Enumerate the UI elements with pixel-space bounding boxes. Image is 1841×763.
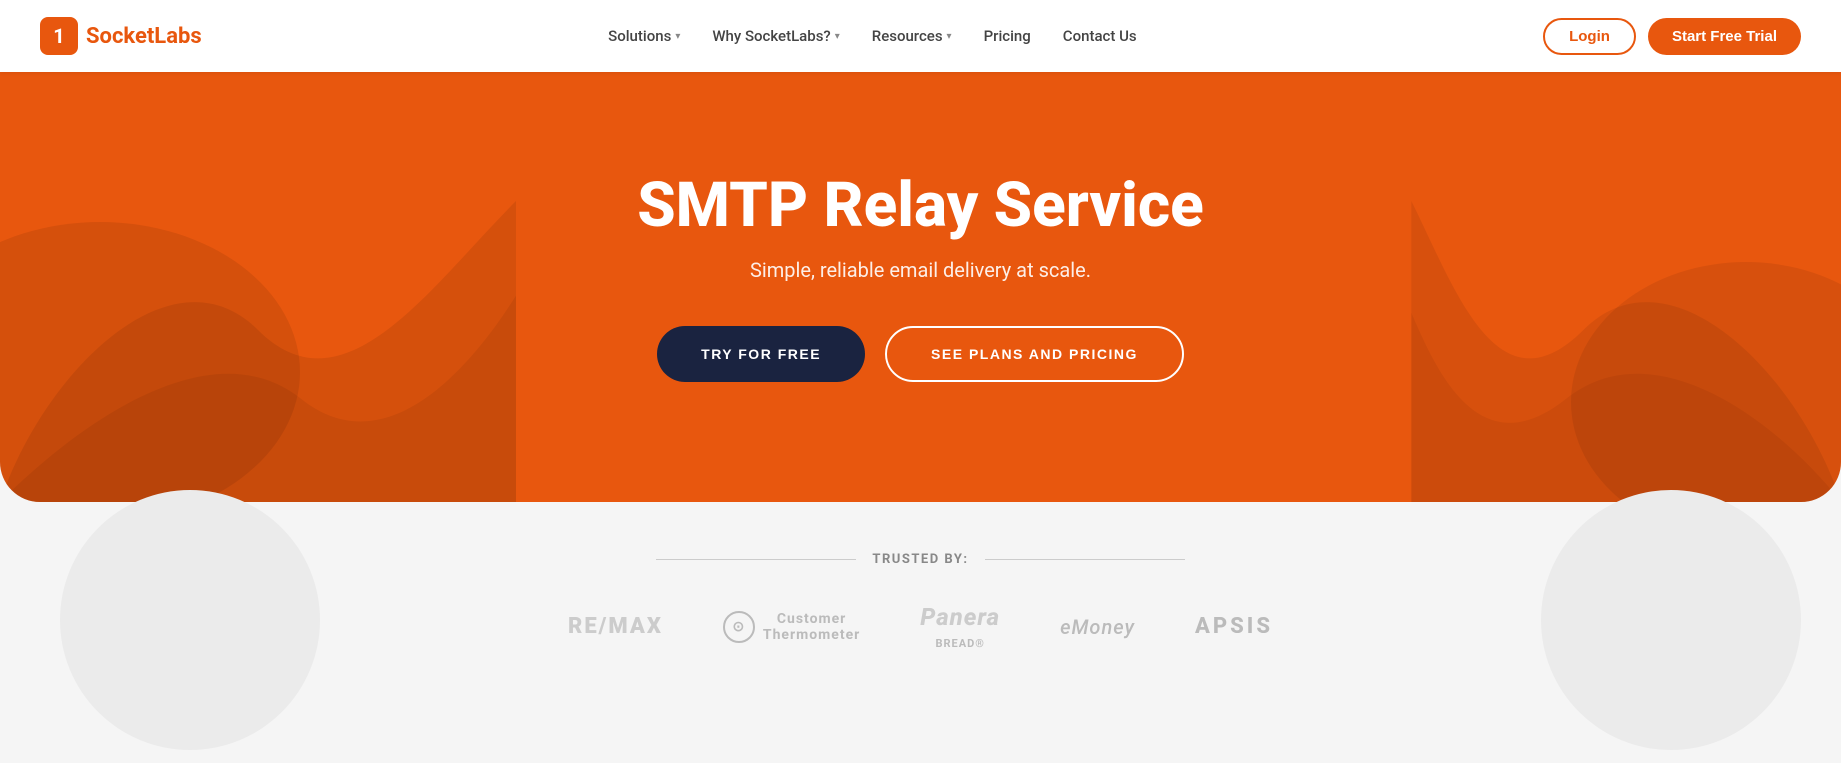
logo-emoney: eMoney <box>1060 615 1135 639</box>
nav-item-why[interactable]: Why SocketLabs? ▾ <box>712 27 839 45</box>
hero-wave-right-decoration <box>1197 72 1841 502</box>
logo-remax: RE/MAX <box>568 614 663 639</box>
logo-apsis: APSIS <box>1195 614 1273 639</box>
chevron-down-icon: ▾ <box>675 31 680 42</box>
logo-icon: 1 <box>40 17 78 55</box>
nav-link-contact[interactable]: Contact Us <box>1063 27 1137 45</box>
trusted-section: TRUSTED BY: RE/MAX ⊙ Customer Thermomete… <box>0 502 1841 690</box>
nav-links: Solutions ▾ Why SocketLabs? ▾ Resources … <box>608 27 1136 45</box>
chevron-down-icon: ▾ <box>947 31 952 42</box>
nav-link-pricing[interactable]: Pricing <box>984 27 1031 45</box>
hero-subtitle: Simple, reliable email delivery at scale… <box>637 258 1204 282</box>
nav-actions: Login Start Free Trial <box>1543 18 1801 55</box>
login-button[interactable]: Login <box>1543 18 1636 55</box>
trusted-section-inner: TRUSTED BY: RE/MAX ⊙ Customer Thermomete… <box>40 552 1801 650</box>
nav-item-resources[interactable]: Resources ▾ <box>872 27 952 45</box>
start-free-trial-button[interactable]: Start Free Trial <box>1648 18 1801 55</box>
hero-content: SMTP Relay Service Simple, reliable emai… <box>637 172 1204 382</box>
chevron-down-icon: ▾ <box>835 31 840 42</box>
nav-item-solutions[interactable]: Solutions ▾ <box>608 27 680 45</box>
logo-link[interactable]: 1 SocketLabs <box>40 17 202 55</box>
hero-section: SMTP Relay Service Simple, reliable emai… <box>0 72 1841 502</box>
nav-link-solutions[interactable]: Solutions ▾ <box>608 27 680 45</box>
logo-text: SocketLabs <box>86 24 202 49</box>
trusted-label-row: TRUSTED BY: <box>40 552 1801 567</box>
hero-title: SMTP Relay Service <box>637 172 1204 240</box>
trusted-divider-left <box>656 559 856 560</box>
trusted-divider-right <box>985 559 1185 560</box>
trusted-label: TRUSTED BY: <box>872 552 968 567</box>
customer-therm-icon: ⊙ <box>723 611 755 643</box>
logo-customer-thermometer: ⊙ Customer Thermometer <box>723 611 860 643</box>
hero-buttons: TRY FOR FREE SEE PLANS AND PRICING <box>637 326 1204 382</box>
customer-therm-text: Customer Thermometer <box>763 611 860 643</box>
panera-main-text: Panera <box>920 603 1000 631</box>
panera-bread-text: BREAD® <box>935 637 984 650</box>
nav-item-pricing[interactable]: Pricing <box>984 27 1031 45</box>
navbar: 1 SocketLabs Solutions ▾ Why SocketLabs?… <box>0 0 1841 72</box>
nav-item-contact[interactable]: Contact Us <box>1063 27 1137 45</box>
nav-link-why[interactable]: Why SocketLabs? ▾ <box>712 27 839 45</box>
nav-link-resources[interactable]: Resources ▾ <box>872 27 952 45</box>
try-for-free-button[interactable]: TRY FOR FREE <box>657 326 865 382</box>
logo-panera: Panera BREAD® <box>920 603 1000 650</box>
logos-row: RE/MAX ⊙ Customer Thermometer Panera BRE… <box>40 603 1801 650</box>
see-plans-pricing-button[interactable]: SEE PLANS AND PRICING <box>885 326 1184 382</box>
